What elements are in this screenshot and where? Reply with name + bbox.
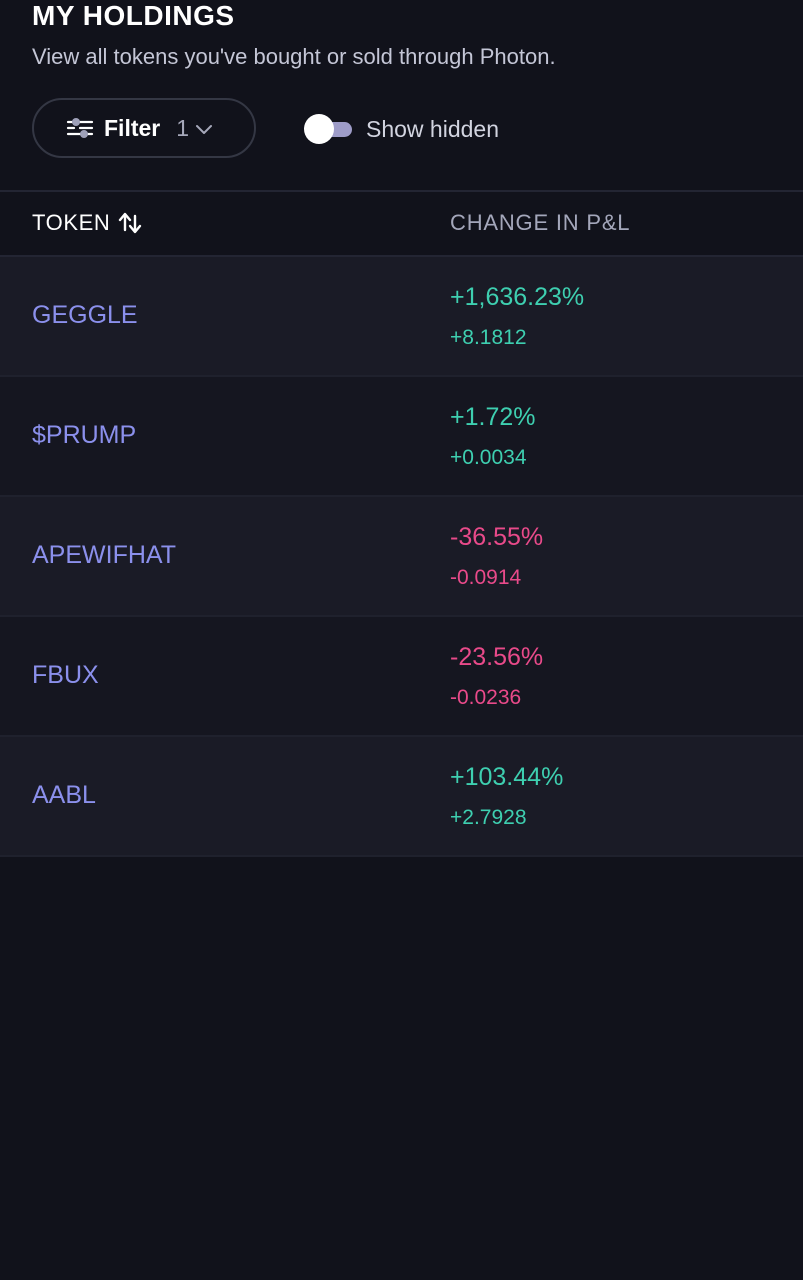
column-header-token[interactable]: TOKEN	[32, 210, 144, 236]
filter-count-badge: 1	[176, 114, 190, 141]
holdings-list: GEGGLE +1,636.23% +8.1812 $PRUMP +1.72% …	[0, 257, 803, 857]
table-row[interactable]: AABL +103.44% +2.7928	[0, 737, 803, 857]
filter-button[interactable]: Filter 1	[32, 98, 256, 158]
pnl-percent: -36.55%	[450, 523, 544, 551]
token-name[interactable]: GEGGLE	[32, 300, 138, 330]
table-row[interactable]: $PRUMP +1.72% +0.0034	[0, 377, 803, 497]
token-name[interactable]: AABL	[32, 780, 96, 810]
pnl-amount: -0.0236	[450, 686, 522, 709]
column-header-change: CHANGE IN P&L	[450, 210, 631, 235]
pnl-percent: +1,636.23%	[450, 283, 585, 311]
pnl-percent: +103.44%	[450, 763, 564, 791]
filter-label: Filter	[104, 114, 161, 141]
toggle-knob	[304, 114, 334, 144]
page-subtitle: View all tokens you've bought or sold th…	[32, 44, 556, 69]
page-title: MY HOLDINGS	[32, 0, 235, 31]
show-hidden-toggle[interactable]	[304, 114, 352, 144]
sort-icon[interactable]	[116, 210, 144, 236]
token-name[interactable]: $PRUMP	[32, 420, 136, 450]
sliders-icon	[66, 116, 94, 140]
pnl-percent: -23.56%	[450, 643, 544, 671]
chevron-down-icon	[195, 122, 213, 134]
holdings-page: MY HOLDINGS View all tokens you've bough…	[0, 0, 803, 1280]
column-header-token-label: TOKEN	[32, 210, 111, 235]
pnl-percent: +1.72%	[450, 403, 536, 431]
pnl-amount: +8.1812	[450, 326, 527, 349]
table-row[interactable]: APEWIFHAT -36.55% -0.0914	[0, 497, 803, 617]
table-header: TOKEN CHANGE IN P&L	[0, 192, 803, 257]
token-name[interactable]: FBUX	[32, 660, 99, 690]
pnl-amount: -0.0914	[450, 566, 522, 589]
pnl-amount: +2.7928	[450, 806, 527, 829]
table-row[interactable]: GEGGLE +1,636.23% +8.1812	[0, 257, 803, 377]
table-row[interactable]: FBUX -23.56% -0.0236	[0, 617, 803, 737]
show-hidden-label: Show hidden	[366, 116, 499, 142]
pnl-amount: +0.0034	[450, 446, 527, 469]
token-name[interactable]: APEWIFHAT	[32, 540, 176, 570]
